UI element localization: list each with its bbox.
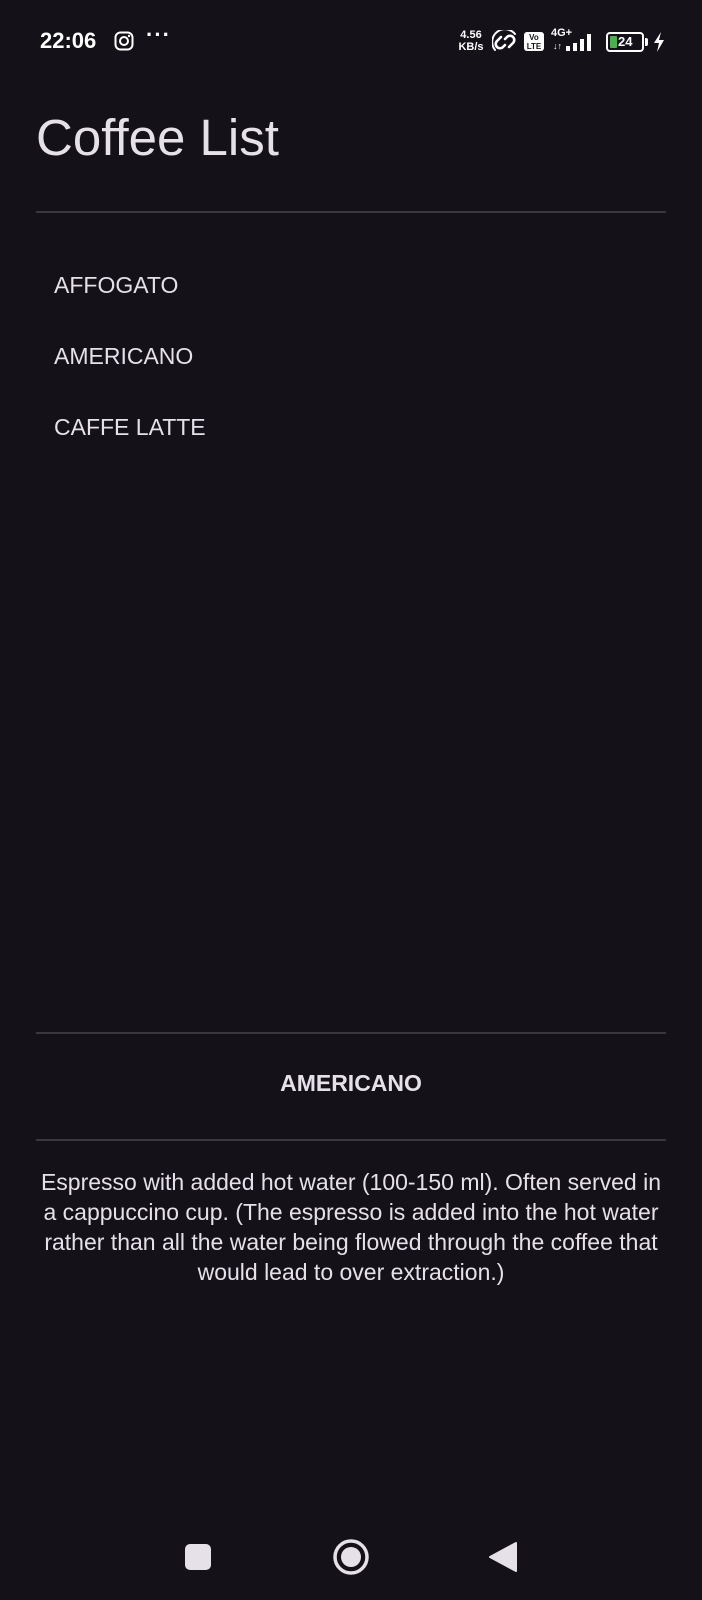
status-time: 22:06: [40, 28, 97, 53]
page-title: Coffee List: [36, 109, 279, 166]
coffee-item-americano[interactable]: AMERICANO: [36, 321, 666, 392]
charging-icon: [654, 32, 664, 52]
data-arrows-icon: ↓↑: [553, 41, 562, 51]
battery-fill: [610, 36, 617, 48]
more-notifications-icon: ···: [146, 22, 171, 47]
detail-title: AMERICANO: [280, 1070, 422, 1096]
volte-icon: Vo LTE: [524, 32, 544, 51]
hotspot-icon: [492, 30, 516, 51]
volte-top: Vo: [529, 33, 539, 42]
detail-description: Espresso with added hot water (100-150 m…: [40, 1169, 662, 1285]
signal-icon: [566, 34, 591, 51]
coffee-list: AFFOGATO AMERICANO CAFFE LATTE: [36, 250, 666, 463]
coffee-item-caffe-latte[interactable]: CAFFE LATTE: [36, 392, 666, 463]
title-divider: [36, 211, 666, 213]
network-speed-unit: KB/s: [458, 41, 484, 53]
battery-icon: 24: [606, 32, 644, 52]
volte-bottom: LTE: [526, 42, 542, 51]
detail-title-divider: [36, 1139, 666, 1141]
home-icon[interactable]: [332, 1538, 370, 1576]
navigation-bar: [0, 1520, 702, 1600]
coffee-item-affogato[interactable]: AFFOGATO: [36, 250, 666, 321]
back-icon[interactable]: [488, 1541, 518, 1573]
battery-tip: [645, 38, 648, 46]
instagram-icon: [114, 31, 134, 51]
battery-level: 24: [618, 34, 633, 49]
network-speed: 4.56 KB/s: [454, 29, 488, 53]
network-speed-value: 4.56: [460, 29, 482, 41]
recents-icon[interactable]: [185, 1544, 211, 1570]
status-bar: 22:06 ··· 4.56 KB/s Vo LTE 4G+ ↓↑ 24: [0, 0, 702, 86]
detail-top-divider: [36, 1032, 666, 1034]
